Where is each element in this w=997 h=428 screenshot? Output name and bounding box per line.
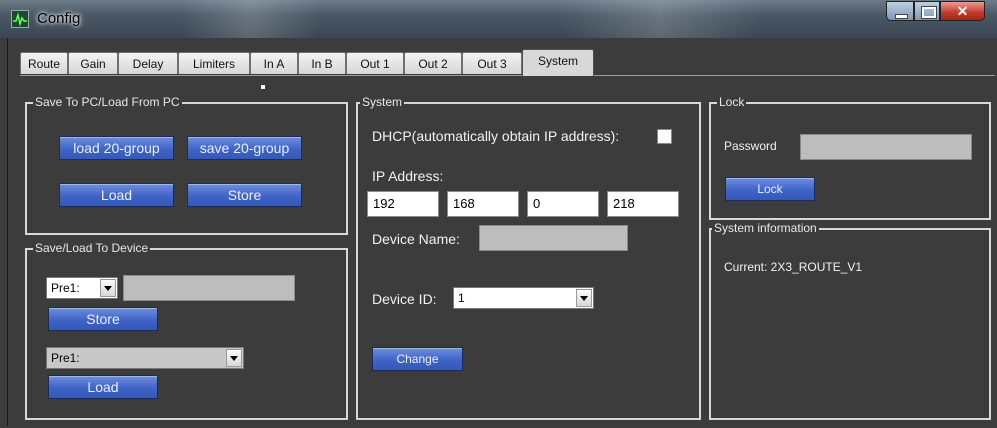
device-name-label: Device Name: xyxy=(372,231,460,247)
ip-octet-3-input[interactable]: 0 xyxy=(527,191,599,217)
load-from-pc-button[interactable]: Load xyxy=(59,183,174,207)
lock-group-title: Lock xyxy=(717,95,747,109)
ip-address-label: IP Address: xyxy=(372,168,444,184)
device-id-label: Device ID: xyxy=(372,291,437,307)
window-title: Config xyxy=(37,10,81,27)
title-bar-glare xyxy=(180,0,320,38)
system-group: System DHCP(automatically obtain IP addr… xyxy=(356,95,701,420)
app-icon xyxy=(11,10,29,28)
save-20-group-button[interactable]: save 20-group xyxy=(187,136,302,160)
device-save-load-group: Save/Load To Device Pre1: Store Pre1: Lo… xyxy=(25,241,348,420)
password-input[interactable] xyxy=(800,134,972,160)
load-preset-value: Pre1: xyxy=(51,351,80,365)
config-window: Config ✕ Route Gain Delay Limiters In A … xyxy=(0,0,997,428)
store-preset-value: Pre1: xyxy=(51,281,80,295)
lock-group: Lock Password Lock xyxy=(709,95,991,220)
tab-in-b[interactable]: In B xyxy=(298,52,346,74)
chevron-down-icon[interactable] xyxy=(226,349,242,367)
store-to-pc-button[interactable]: Store xyxy=(187,183,302,207)
system-info-title: System information xyxy=(712,221,819,235)
tab-out-3[interactable]: Out 3 xyxy=(462,52,522,74)
store-to-device-button[interactable]: Store xyxy=(48,307,158,331)
window-controls: ✕ xyxy=(886,1,985,23)
pc-save-load-group: Save To PC/Load From PC load 20-group sa… xyxy=(25,95,348,235)
chevron-down-icon[interactable] xyxy=(576,289,592,307)
tab-route[interactable]: Route xyxy=(20,52,68,74)
lock-button[interactable]: Lock xyxy=(725,177,815,201)
tab-limiters[interactable]: Limiters xyxy=(178,52,250,74)
tab-out-1[interactable]: Out 1 xyxy=(346,52,404,74)
client-area: Route Gain Delay Limiters In A In B Out … xyxy=(7,38,995,427)
device-id-select[interactable]: 1 xyxy=(453,287,594,309)
chevron-down-icon[interactable] xyxy=(100,279,116,297)
device-name-input[interactable] xyxy=(479,225,628,251)
load-20-group-button[interactable]: load 20-group xyxy=(59,136,174,160)
store-preset-select[interactable]: Pre1: xyxy=(46,277,118,299)
pc-group-title: Save To PC/Load From PC xyxy=(33,95,182,109)
tab-delay[interactable]: Delay xyxy=(118,52,178,74)
system-group-title: System xyxy=(360,95,405,109)
minimize-button[interactable] xyxy=(886,1,914,21)
device-id-value: 1 xyxy=(458,291,465,305)
close-button[interactable]: ✕ xyxy=(940,1,985,21)
title-bar[interactable]: Config ✕ xyxy=(0,0,997,38)
device-group-title: Save/Load To Device xyxy=(33,241,151,255)
tab-out-2[interactable]: Out 2 xyxy=(404,52,462,74)
ip-octet-4-input[interactable]: 218 xyxy=(607,191,679,217)
ip-octet-1-input[interactable]: 192 xyxy=(367,191,439,217)
title-bar-glare xyxy=(560,0,760,38)
system-information-group: System information Current: 2X3_ROUTE_V1 xyxy=(709,221,991,420)
change-button[interactable]: Change xyxy=(372,347,463,371)
tab-gain[interactable]: Gain xyxy=(68,52,118,74)
close-icon: ✕ xyxy=(956,3,969,19)
tab-system[interactable]: System xyxy=(522,49,594,76)
preset-name-input[interactable] xyxy=(123,275,295,301)
maximize-button[interactable] xyxy=(914,1,940,21)
focus-dot xyxy=(261,85,265,89)
system-tab-panel: Save To PC/Load From PC load 20-group sa… xyxy=(20,75,995,427)
dhcp-checkbox[interactable] xyxy=(657,129,672,144)
tab-in-a[interactable]: In A xyxy=(250,52,298,74)
dhcp-label: DHCP(automatically obtain IP address): xyxy=(372,128,620,144)
load-from-device-button[interactable]: Load xyxy=(48,375,158,399)
password-label: Password xyxy=(724,139,777,153)
ip-octet-2-input[interactable]: 168 xyxy=(447,191,519,217)
current-version-text: Current: 2X3_ROUTE_V1 xyxy=(724,260,863,274)
load-preset-select[interactable]: Pre1: xyxy=(46,347,244,369)
